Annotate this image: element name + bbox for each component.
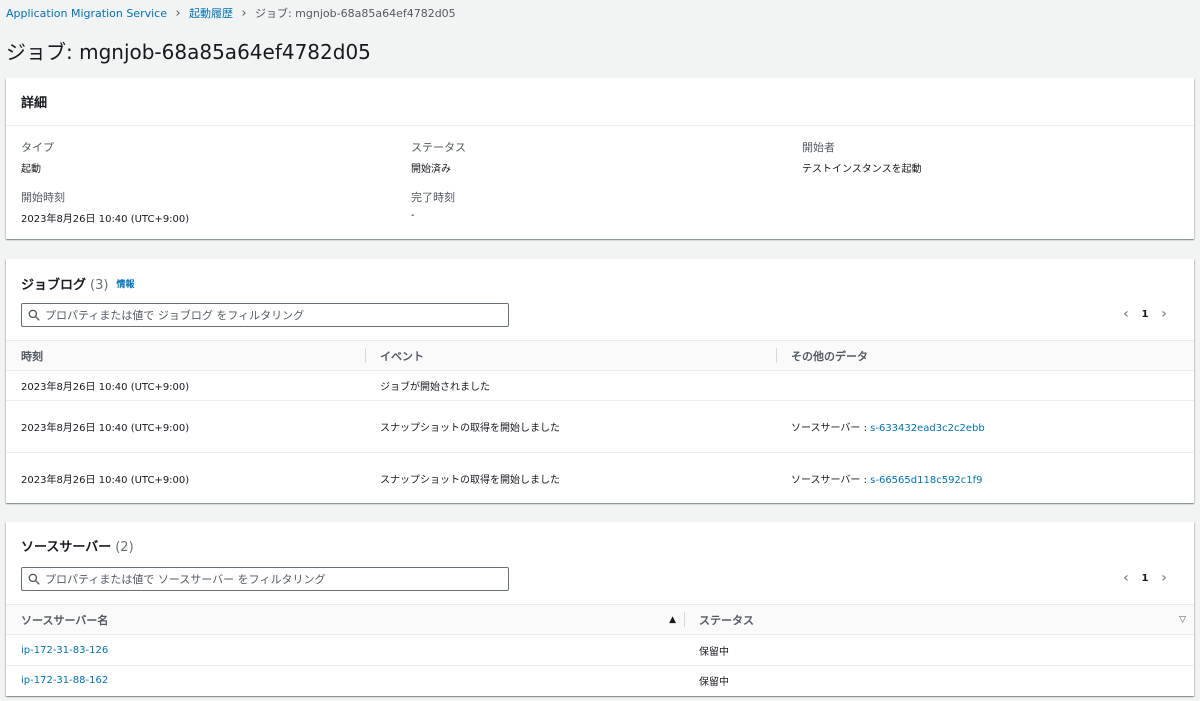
source-servers-title: ソースサーバー	[21, 539, 112, 555]
job-log-info-link[interactable]: 情報	[116, 277, 134, 290]
field-status: ステータス 開始済み	[411, 139, 466, 175]
field-start-time: 開始時刻 2023年8月26日 10:40 (UTC+9:00)	[21, 189, 189, 225]
cell-event: ジョブが開始されました	[365, 370, 776, 401]
table-row: ip-172-31-83-126 保留中	[6, 634, 1194, 666]
source-servers-heading: ソースサーバー (2)	[21, 536, 134, 555]
details-heading: 詳細	[21, 96, 48, 111]
column-header-event: イベント	[365, 340, 776, 371]
cell-extra-label: ソースサーバー :	[791, 423, 871, 434]
sort-ascending-icon[interactable]: ▲	[669, 615, 676, 625]
field-end-time-value: -	[411, 210, 415, 221]
table-row: 2023年8月26日 10:40 (UTC+9:00) ジョブが開始されました	[6, 370, 1194, 401]
chevron-right-icon[interactable]: ›	[1156, 570, 1172, 586]
field-initiator: 開始者 テストインスタンスを起動	[802, 139, 922, 175]
field-type-label: タイプ	[21, 141, 54, 154]
sort-caret-down-icon[interactable]: ▽	[1179, 615, 1186, 625]
chevron-right-icon: ›	[241, 5, 247, 21]
field-status-value: 開始済み	[411, 164, 451, 175]
column-header-status[interactable]: ステータス ▽	[684, 604, 1194, 635]
cell-server-name: ip-172-31-83-126	[6, 634, 684, 666]
job-log-panel: ジョブログ(3) 情報 ‹ 1 › 時刻 イベント その他のデータ 2023年8…	[6, 259, 1194, 503]
source-servers-filter[interactable]	[21, 567, 509, 591]
field-end-time-label: 完了時刻	[411, 191, 455, 204]
chevron-right-icon[interactable]: ›	[1156, 306, 1172, 322]
job-log-header: ジョブログ (3) 情報	[6, 259, 1194, 307]
column-header-time: 時刻	[6, 340, 365, 371]
search-icon	[28, 309, 40, 321]
field-initiator-value: テストインスタンスを起動	[802, 164, 922, 175]
source-server-link[interactable]: s-633432ead3c2c2ebb	[870, 423, 985, 434]
breadcrumb: Application Migration Service › 起動履歴 › ジ…	[6, 5, 456, 21]
source-server-link[interactable]: s-66565d118c592c1f9	[870, 475, 982, 486]
page-title: ジョブ: mgnjob-68a85a64ef4782d05	[6, 40, 371, 64]
field-end-time: 完了時刻 -	[411, 189, 455, 221]
job-log-title: ジョブログ	[21, 277, 87, 293]
job-log-filter-input[interactable]	[45, 308, 508, 322]
column-header-server-name[interactable]: ソースサーバー名 ▲	[6, 604, 684, 635]
source-servers-count: (2)	[115, 539, 134, 555]
column-header-status-label: ステータス	[699, 613, 754, 627]
field-type: タイプ 起動	[21, 139, 54, 175]
cell-status: 保留中	[699, 677, 729, 689]
server-name-link[interactable]: ip-172-31-88-162	[21, 675, 108, 686]
chevron-right-icon: ›	[175, 5, 181, 21]
chevron-left-icon[interactable]: ‹	[1118, 306, 1134, 322]
job-log-page-number[interactable]: 1	[1134, 309, 1156, 320]
cell-time: 2023年8月26日 10:40 (UTC+9:00)	[6, 400, 365, 453]
breadcrumb-current: ジョブ: mgnjob-68a85a64ef4782d05	[254, 7, 456, 20]
cell-server-name: ip-172-31-88-162	[6, 666, 684, 696]
breadcrumb-link-launch-history[interactable]: 起動履歴	[189, 5, 233, 21]
cell-time: 2023年8月26日 10:40 (UTC+9:00)	[21, 475, 190, 487]
column-header-event-label: イベント	[380, 349, 424, 363]
source-servers-table: ソースサーバー名 ▲ ステータス ▽ ip-172-31-83-126 保留中 …	[6, 604, 1194, 696]
job-log-filter[interactable]	[21, 303, 509, 327]
job-log-table: 時刻 イベント その他のデータ 2023年8月26日 10:40 (UTC+9:…	[6, 340, 1194, 505]
job-log-count: (3)	[90, 277, 109, 293]
details-panel: 詳細 タイプ 起動 ステータス 開始済み 開始者 テストインスタンスを起動 開始…	[6, 78, 1194, 239]
source-servers-filter-input[interactable]	[45, 572, 508, 586]
cell-event: スナップショットの取得を開始しました	[365, 400, 776, 453]
table-row: ip-172-31-88-162 保留中	[6, 666, 1194, 696]
cell-extra: ソースサーバー : s-66565d118c592c1f9	[776, 453, 1194, 505]
column-header-server-name-label: ソースサーバー名	[21, 613, 109, 627]
field-type-value: 起動	[21, 164, 41, 175]
chevron-left-icon[interactable]: ‹	[1118, 570, 1134, 586]
column-header-extra: その他のデータ	[776, 340, 1194, 371]
table-row: 2023年8月26日 10:40 (UTC+9:00) スナップショットの取得を…	[6, 453, 1194, 505]
source-servers-panel: ソースサーバー(2) ‹ 1 › ソースサーバー名 ▲ ステータス ▽	[6, 522, 1194, 696]
server-name-link[interactable]: ip-172-31-83-126	[21, 645, 108, 656]
field-initiator-label: 開始者	[802, 141, 835, 154]
source-servers-pagination: ‹ 1 ›	[1118, 570, 1172, 586]
cell-event: スナップショットの取得を開始しました	[380, 475, 560, 487]
breadcrumb-link-service[interactable]: Application Migration Service	[6, 7, 167, 20]
field-start-time-value: 2023年8月26日 10:40 (UTC+9:00)	[21, 214, 190, 225]
details-header: 詳細	[6, 78, 1194, 126]
field-status-label: ステータス	[411, 141, 466, 154]
source-servers-header: ソースサーバー (2)	[6, 522, 1194, 568]
search-icon	[28, 573, 40, 585]
job-log-heading: ジョブログ (3)	[21, 274, 108, 293]
table-row: 2023年8月26日 10:40 (UTC+9:00) スナップショットの取得を…	[6, 400, 1194, 453]
field-start-time-label: 開始時刻	[21, 191, 65, 204]
cell-extra: ソースサーバー : s-633432ead3c2c2ebb	[776, 400, 1194, 453]
column-header-extra-label: その他のデータ	[791, 349, 868, 363]
cell-status: 保留中	[684, 634, 1194, 666]
cell-time: 2023年8月26日 10:40 (UTC+9:00)	[6, 370, 365, 401]
cell-extra	[776, 370, 1194, 401]
source-servers-page-number[interactable]: 1	[1134, 573, 1156, 584]
job-log-pagination: ‹ 1 ›	[1118, 306, 1172, 322]
cell-extra-label: ソースサーバー :	[791, 475, 871, 487]
